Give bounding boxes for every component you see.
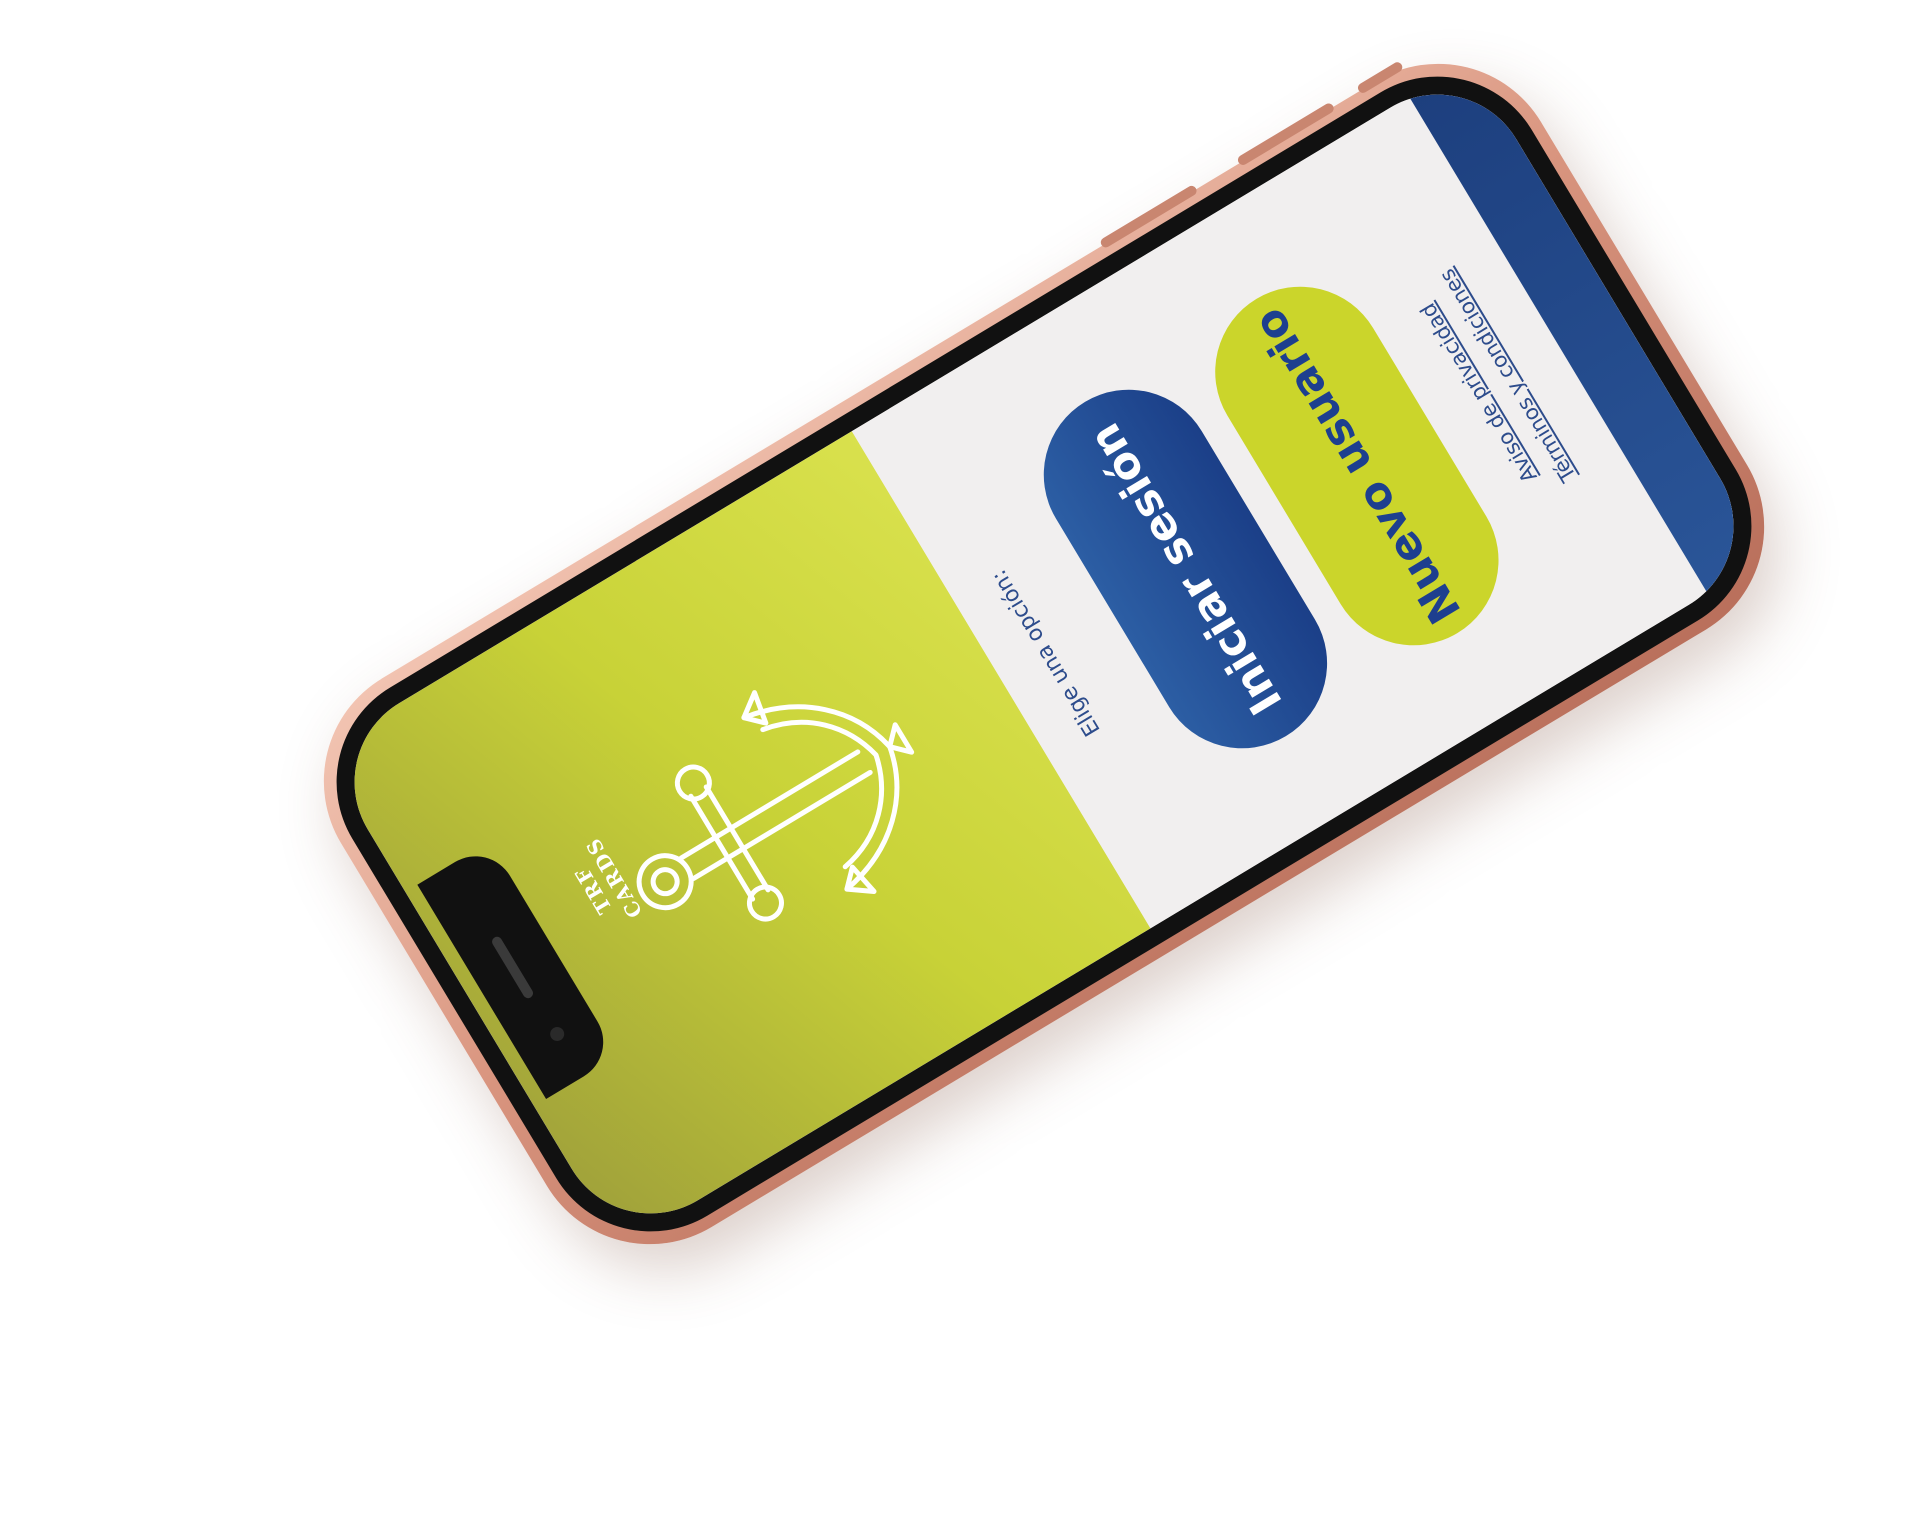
mockup-stage: TRF CARDS Elige una opción: Iniciar sesi… (0, 0, 1908, 1519)
phone-device: TRF CARDS Elige una opción: Iniciar sesi… (279, 19, 1809, 1289)
app-screen: TRF CARDS Elige una opción: Iniciar sesi… (320, 60, 1768, 1248)
